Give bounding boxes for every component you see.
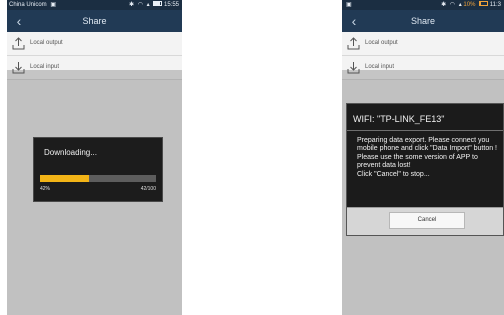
status-bar: ▣ ✱ ◠ ▴ 10% 11:3 — [342, 0, 504, 10]
status-right: ✱ ◠ ▴ 10% 11:3 — [439, 0, 501, 10]
upload-icon — [347, 37, 360, 50]
wifi-icon: ◠ — [449, 2, 456, 8]
status-time: 15:55 — [163, 2, 179, 8]
battery-percent: 10% — [463, 2, 476, 8]
signal-icon: ▴ — [146, 2, 150, 8]
menu-item-label: Local output — [30, 40, 63, 46]
export-dialog: WIFI: "TP-LINK_FE13" Preparing data expo… — [346, 103, 504, 236]
carrier-name: China Unicom ▣ — [9, 0, 56, 10]
page-title: Share — [410, 16, 436, 26]
progress-count: 42/100 — [140, 186, 156, 192]
battery-icon — [153, 0, 163, 6]
signal-icon: ▴ — [458, 2, 462, 8]
status-bar: China Unicom ▣ ✱ ◠ ▴ 15:55 — [7, 0, 182, 10]
upload-icon — [12, 37, 25, 50]
image-notification-icon: ▣ — [346, 2, 352, 8]
right-phone-screen: ▣ ✱ ◠ ▴ 10% 11:3 ‹ Share Local output Lo… — [342, 0, 504, 315]
cancel-button[interactable]: Cancel — [389, 212, 465, 229]
header-bar: ‹ Share — [7, 10, 182, 32]
dialog-divider — [347, 130, 503, 131]
download-dialog: Downloading... 42% 42/100 — [33, 137, 163, 202]
progress-fill — [40, 175, 89, 182]
carrier-label: China Unicom — [9, 2, 47, 8]
menu-item-label: Local output — [365, 40, 398, 46]
header-bar: ‹ Share — [342, 10, 504, 32]
dialog-message: Preparing data export. Please connect yo… — [357, 137, 497, 178]
status-time: 11:3 — [489, 2, 501, 8]
page-title: Share — [82, 16, 107, 26]
wifi-icon: ◠ — [137, 2, 143, 8]
download-message: Downloading... — [44, 148, 97, 157]
status-right: ✱ ◠ ▴ 15:55 — [127, 0, 179, 10]
menu-item-local-output[interactable]: Local output — [342, 32, 504, 56]
bluetooth-icon: ✱ — [129, 2, 135, 8]
bluetooth-icon: ✱ — [441, 2, 447, 8]
menu-item-local-output[interactable]: Local output — [7, 32, 182, 56]
left-phone-screen: China Unicom ▣ ✱ ◠ ▴ 15:55 ‹ Share Local… — [7, 0, 182, 315]
battery-icon — [479, 0, 489, 6]
progress-bar — [40, 175, 156, 182]
sim-icon: ▣ — [50, 2, 57, 8]
progress-percent: 42% — [40, 186, 51, 192]
dialog-footer: Cancel — [347, 207, 503, 235]
dialog-title: WIFI: "TP-LINK_FE13" — [353, 114, 445, 124]
status-left: ▣ — [344, 0, 352, 10]
